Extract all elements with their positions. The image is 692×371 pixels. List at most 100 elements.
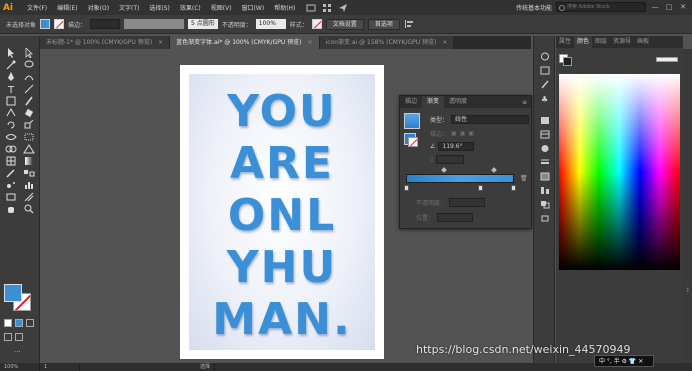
transform-panel-icon[interactable] <box>540 214 550 223</box>
workspace-switcher[interactable]: 传统基本功能 <box>516 3 552 12</box>
menu-help[interactable]: 帮助(H) <box>269 3 300 12</box>
menu-edit[interactable]: 编辑(E) <box>52 3 82 12</box>
vertical-scrollbar[interactable]: ↕ <box>683 49 692 363</box>
gradient-stop[interactable] <box>511 185 516 191</box>
none-mode-button[interactable] <box>26 319 34 327</box>
column-graph-tool-icon[interactable] <box>22 180 36 190</box>
stroke-along-icon[interactable]: ▣ <box>460 130 466 137</box>
gradient-mode-button[interactable] <box>15 319 23 327</box>
screen-mode-icon[interactable] <box>15 333 23 341</box>
rotate-tool-icon[interactable] <box>4 120 18 130</box>
close-tab-icon[interactable]: × <box>442 39 447 46</box>
align-panel-icon[interactable] <box>540 186 550 195</box>
tab-properties[interactable]: 属性 <box>556 36 574 48</box>
gradient-preview-swatch[interactable] <box>404 113 420 129</box>
stroke-weight-dropdown[interactable] <box>90 19 121 29</box>
stroke-across-icon[interactable]: ▣ <box>468 130 474 137</box>
arrange-documents-icon[interactable] <box>322 3 332 13</box>
type-tool-icon[interactable]: T <box>4 84 18 96</box>
close-tab-icon[interactable]: × <box>158 39 163 46</box>
menu-effect[interactable]: 效果(C) <box>175 3 206 12</box>
width-tool-icon[interactable] <box>4 132 18 142</box>
free-transform-tool-icon[interactable] <box>22 132 36 142</box>
artboard[interactable]: YOU ARE ONL YHU MAN. <box>180 65 384 359</box>
gradient-panel-icon[interactable] <box>540 172 550 181</box>
color-guide-icon[interactable] <box>540 66 550 75</box>
menu-file[interactable]: 文件(F) <box>22 3 52 12</box>
stock-search-input[interactable]: 搜索 Adobe Stock <box>556 2 646 12</box>
menu-select[interactable]: 选择(S) <box>144 3 175 12</box>
direct-selection-tool-icon[interactable] <box>22 47 36 59</box>
shaper-tool-icon[interactable] <box>4 107 18 118</box>
fill-swatch[interactable] <box>40 19 51 29</box>
tab-blue-gradient-font[interactable]: 蓝色渐变字体.ai* @ 100% (CMYK/GPU 预览) × <box>170 36 320 49</box>
scale-tool-icon[interactable] <box>22 119 36 130</box>
gradient-tool-icon[interactable] <box>22 156 36 166</box>
pathfinder-panel-icon[interactable] <box>540 200 550 209</box>
close-icon[interactable]: ✕ <box>678 2 688 12</box>
tab-stroke[interactable]: 描边 <box>400 96 422 108</box>
gradient-type-select[interactable]: 线性 <box>451 115 530 124</box>
current-stroke-swatch[interactable] <box>563 57 572 66</box>
menu-type[interactable]: 文字(T) <box>114 3 144 12</box>
artboard-tool-icon[interactable] <box>4 192 18 202</box>
stroke-panel-icon[interactable] <box>540 158 550 167</box>
slice-tool-icon[interactable] <box>22 192 36 202</box>
curvature-tool-icon[interactable] <box>22 72 36 82</box>
zoom-tool-icon[interactable] <box>22 204 36 214</box>
artboard-number[interactable]: 1 <box>40 363 80 371</box>
document-setup-button[interactable]: 文档设置 <box>325 18 364 30</box>
tab-layers[interactable]: 图层 <box>592 36 610 48</box>
graphic-style-swatch[interactable] <box>311 19 322 29</box>
fill-color-swatch[interactable] <box>4 284 22 302</box>
tab-gradient[interactable]: 渐变 <box>422 96 445 108</box>
tab-color[interactable]: 颜色 <box>574 36 593 48</box>
poster-artwork[interactable]: YOU ARE ONL YHU MAN. <box>189 74 375 350</box>
stroke-swatch[interactable] <box>54 19 65 29</box>
midpoint-diamond[interactable] <box>441 167 447 173</box>
rectangle-tool-icon[interactable] <box>4 96 18 106</box>
shape-builder-tool-icon[interactable] <box>4 144 18 154</box>
delete-stop-icon[interactable]: 🗑 <box>520 175 528 182</box>
scroll-arrow-icon[interactable]: ↕ <box>685 287 690 294</box>
menu-window[interactable]: 窗口(W) <box>237 3 270 12</box>
panel-menu-icon[interactable]: ≡ <box>522 99 527 106</box>
brushes-panel-icon[interactable] <box>540 80 550 89</box>
fill-stroke-indicator[interactable] <box>4 284 34 314</box>
preferences-button[interactable]: 首选项 <box>367 18 400 30</box>
blend-tool-icon[interactable] <box>22 168 36 178</box>
tab-icon-gradient[interactable]: icon渐变.ai @ 158% (CMYK/GPU 预览) × <box>319 36 455 49</box>
bridge-icon[interactable] <box>306 3 316 13</box>
tab-artboards[interactable]: 画板 <box>634 36 652 48</box>
maximize-icon[interactable]: □ <box>664 2 674 12</box>
gradient-angle-input[interactable]: 119.6° <box>438 142 475 151</box>
brush-definition-dropdown[interactable]: 5 点圆形 <box>188 19 218 29</box>
color-spectrum[interactable] <box>559 74 680 270</box>
magic-wand-tool-icon[interactable] <box>4 60 18 70</box>
menu-object[interactable]: 对象(O) <box>83 3 114 12</box>
transparency-panel-icon[interactable] <box>540 144 550 153</box>
send-icon[interactable] <box>338 3 348 13</box>
tab-asset-export[interactable]: 资源导 <box>610 36 634 48</box>
minimize-icon[interactable]: — <box>650 2 660 12</box>
zoom-level[interactable]: 100% <box>0 363 40 371</box>
gradient-stroke-icon[interactable] <box>408 137 418 147</box>
perspective-grid-tool-icon[interactable] <box>22 144 36 154</box>
gradient-slider[interactable] <box>406 174 514 183</box>
variable-width-profile[interactable] <box>124 19 185 29</box>
more-tools-icon[interactable]: ··· <box>14 348 21 356</box>
mesh-tool-icon[interactable] <box>4 156 18 166</box>
graphic-styles-icon[interactable] <box>540 116 550 125</box>
color-panel-icon[interactable] <box>540 52 550 61</box>
stroke-within-icon[interactable]: ▣ <box>451 130 457 137</box>
line-tool-icon[interactable] <box>22 84 36 94</box>
paintbrush-tool-icon[interactable] <box>22 96 36 106</box>
lasso-tool-icon[interactable] <box>22 60 36 70</box>
color-value-box[interactable] <box>656 57 678 62</box>
align-icon[interactable] <box>404 19 414 29</box>
eraser-tool-icon[interactable] <box>22 108 36 118</box>
gradient-stop[interactable] <box>404 185 409 191</box>
symbols-panel-icon[interactable]: ♣ <box>540 94 550 104</box>
pen-tool-icon[interactable] <box>4 72 18 82</box>
midpoint-diamond[interactable] <box>491 167 497 173</box>
